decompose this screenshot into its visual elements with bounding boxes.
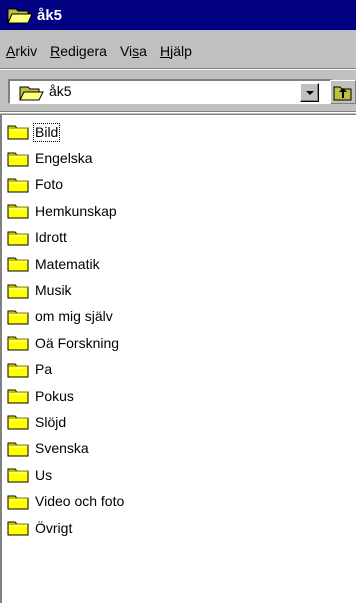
folder-label: Foto [35, 176, 64, 193]
folder-item[interactable]: Bild [7, 119, 125, 145]
menu-hjalp[interactable]: Hjälp [160, 43, 192, 59]
folder-item[interactable]: Pa [7, 357, 125, 383]
open-folder-icon [19, 85, 45, 101]
folder-label: Pa [35, 361, 53, 378]
folder-icon [7, 335, 31, 351]
menu-arkiv[interactable]: Arkiv [6, 43, 37, 59]
folder-item[interactable]: Övrigt [7, 515, 125, 541]
folder-icon [7, 441, 31, 457]
folder-item[interactable]: Pokus [7, 383, 125, 409]
folder-item[interactable]: Us [7, 462, 125, 488]
up-folder-button[interactable] [330, 80, 356, 104]
title-bar[interactable]: åk5 [0, 0, 356, 30]
address-value: åk5 [49, 83, 72, 99]
up-folder-icon [331, 81, 355, 103]
folder-item[interactable]: Svenska [7, 436, 125, 462]
folder-label: Hemkunskap [35, 202, 117, 219]
folder-icon [7, 124, 31, 140]
folder-label: Engelska [35, 150, 93, 167]
folder-item[interactable]: Oä Forskning [7, 330, 125, 356]
folder-icon [7, 177, 31, 193]
folder-label: Us [35, 466, 53, 483]
folder-item[interactable]: Slöjd [7, 409, 125, 435]
folder-label: Svenska [35, 440, 89, 457]
folder-label: Idrott [35, 229, 67, 246]
folder-label: Oä Forskning [35, 334, 120, 351]
folder-item[interactable]: Foto [7, 172, 125, 198]
folder-icon [7, 151, 31, 167]
folder-icon [7, 230, 31, 246]
folder-icon [7, 203, 31, 219]
toolbar-separator [0, 111, 356, 113]
folder-icon [7, 494, 31, 510]
menu-bar: Arkiv Redigera Visa Hjälp [0, 38, 356, 64]
folder-icon [7, 309, 31, 325]
folder-item[interactable]: Video och foto [7, 488, 125, 514]
folder-icon [7, 520, 31, 536]
menu-redigera[interactable]: Redigera [50, 43, 107, 59]
folder-icon [7, 467, 31, 483]
folder-label: Video och foto [35, 493, 125, 510]
folder-item[interactable]: Idrott [7, 225, 125, 251]
folder-item[interactable]: Hemkunskap [7, 198, 125, 224]
menu-separator [0, 68, 356, 70]
menu-visa[interactable]: Visa [120, 43, 147, 59]
open-folder-icon [7, 5, 33, 25]
folder-item[interactable]: Musik [7, 277, 125, 303]
folder-label: Pokus [35, 387, 74, 404]
folder-label: Musik [35, 282, 72, 299]
folder-label: Bild [32, 122, 61, 142]
address-dropdown-button[interactable] [300, 83, 319, 102]
chevron-down-icon [306, 91, 314, 95]
folder-item[interactable]: Matematik [7, 251, 125, 277]
folder-item[interactable]: Engelska [7, 145, 125, 171]
folder-list: Bild Engelska Foto Hemkunskap Idrott Mat… [7, 119, 125, 541]
folder-label: Övrigt [35, 519, 73, 536]
address-dropdown[interactable]: åk5 [8, 79, 332, 104]
folder-icon [7, 256, 31, 272]
folder-label: om mig själv [35, 308, 113, 325]
folder-item[interactable]: om mig själv [7, 304, 125, 330]
folder-list-pane[interactable]: Bild Engelska Foto Hemkunskap Idrott Mat… [0, 114, 356, 603]
folder-icon [7, 362, 31, 378]
folder-icon [7, 414, 31, 430]
window-title: åk5 [37, 6, 63, 24]
folder-label: Matematik [35, 255, 100, 272]
folder-icon [7, 283, 31, 299]
folder-label: Slöjd [35, 413, 67, 430]
folder-icon [7, 388, 31, 404]
